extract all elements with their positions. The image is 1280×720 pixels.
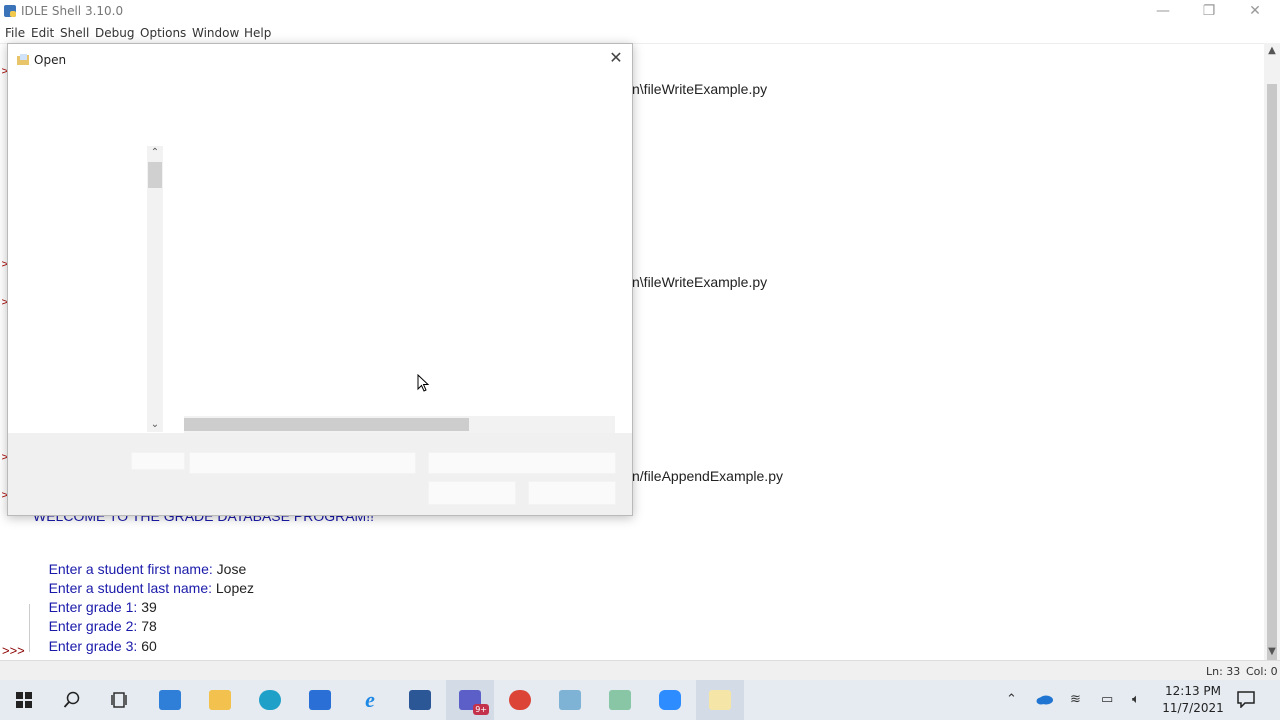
edge-icon <box>259 690 281 710</box>
idle-icon <box>709 690 731 710</box>
menu-edit[interactable]: Edit <box>31 26 54 40</box>
dialog-title: Open <box>34 53 67 67</box>
menu-window[interactable]: Window <box>192 26 239 40</box>
task-view-button[interactable] <box>96 680 144 720</box>
menu-file[interactable]: File <box>5 26 25 40</box>
window-title: IDLE Shell 3.10.0 <box>21 4 124 18</box>
clock-date: 11/7/2021 <box>1162 701 1224 715</box>
start-button[interactable] <box>0 680 48 720</box>
dialog-footer <box>8 433 632 515</box>
open-button[interactable] <box>428 481 516 505</box>
onedrive-icon[interactable] <box>1036 693 1054 705</box>
clock[interactable]: 12:13 PM 11/7/2021 <box>1156 683 1230 717</box>
file-name-label <box>131 452 185 470</box>
taskbar-zoom[interactable] <box>646 680 694 720</box>
dialog-hscroll-thumb[interactable] <box>184 418 469 431</box>
taskbar-internet-explorer[interactable]: e <box>346 680 394 720</box>
status-col: Col: 0 <box>1246 665 1278 678</box>
word-icon <box>409 690 431 710</box>
task-view-icon <box>111 692 127 708</box>
clock-time: 12:13 PM <box>1165 684 1221 698</box>
menu-debug[interactable]: Debug <box>95 26 134 40</box>
battery-icon[interactable]: ▭ <box>1101 692 1113 707</box>
dialog-scroll-thumb[interactable] <box>148 162 162 188</box>
file-name-input[interactable] <box>189 452 416 474</box>
dialog-horizontal-scrollbar[interactable] <box>184 416 615 433</box>
dialog-close-button[interactable]: ✕ <box>608 50 624 66</box>
close-button[interactable]: ✕ <box>1232 0 1278 24</box>
shell-output-line: n\fileWriteExample.py <box>632 274 768 290</box>
minimize-button[interactable]: — <box>1140 0 1186 24</box>
menu-bar: File Edit Shell Debug Options Window Hel… <box>0 24 1280 43</box>
chevron-up-icon[interactable]: ⌃ <box>1006 692 1017 707</box>
taskbar-paint[interactable] <box>596 680 644 720</box>
windows-logo-icon <box>16 692 32 708</box>
prompt-gutter <box>29 604 30 652</box>
taskbar-word[interactable] <box>396 680 444 720</box>
status-bar: Ln: 33 Col: 0 <box>0 660 1280 680</box>
taskbar-chrome[interactable] <box>496 680 544 720</box>
search-icon <box>63 691 80 708</box>
taskbar: e 9+ ⌃ ≋ ▭ 🔈︎ 12:13 PM 11/7/2021 <box>0 680 1280 720</box>
taskbar-notepad[interactable] <box>546 680 594 720</box>
notepad-icon <box>559 690 581 710</box>
menu-shell[interactable]: Shell <box>60 26 89 40</box>
python-idle-icon <box>4 5 16 17</box>
shell-prompt: >>> <box>2 643 25 658</box>
taskbar-idle[interactable] <box>696 680 744 720</box>
menu-help[interactable]: Help <box>244 26 271 40</box>
taskbar-store[interactable] <box>146 680 194 720</box>
store-icon <box>159 690 181 710</box>
scrollbar-thumb[interactable] <box>1267 84 1277 670</box>
status-line: Ln: 33 <box>1206 665 1241 678</box>
calculator-icon <box>309 690 331 710</box>
shell-scrollbar[interactable]: ▲ ▼ <box>1264 43 1280 670</box>
maximize-button[interactable]: ❐ <box>1186 0 1232 24</box>
search-button[interactable] <box>48 680 96 720</box>
open-file-dialog: Open ✕ ⌃ ⌄ <box>7 43 633 516</box>
teams-badge: 9+ <box>473 704 489 715</box>
menu-options[interactable]: Options <box>140 26 186 40</box>
io-value: Lopez <box>215 580 255 596</box>
io-value: 60 <box>141 638 157 654</box>
ie-icon: e <box>365 687 375 712</box>
folder-icon <box>17 54 29 65</box>
cancel-button[interactable] <box>528 481 616 505</box>
chevron-down-icon[interactable]: ⌄ <box>147 418 163 432</box>
shell-output-line: n\fileWriteExample.py <box>632 81 768 97</box>
paint-icon <box>609 690 631 710</box>
scroll-up-icon[interactable]: ▲ <box>1264 43 1280 59</box>
volume-icon[interactable]: 🔈︎ <box>1132 692 1140 707</box>
notification-center-icon[interactable] <box>1236 690 1256 708</box>
taskbar-edge[interactable] <box>246 680 294 720</box>
teams-icon: 9+ <box>459 690 489 715</box>
file-explorer-icon <box>209 690 231 710</box>
shell-output-line: n/fileAppendExample.py <box>632 468 783 484</box>
dialog-vertical-scrollbar[interactable]: ⌃ ⌄ <box>147 146 163 432</box>
taskbar-calculator[interactable] <box>296 680 344 720</box>
chevron-up-icon[interactable]: ⌃ <box>147 146 163 160</box>
scroll-down-icon[interactable]: ▼ <box>1264 644 1280 660</box>
io-prompt: Enter grade 3: <box>48 638 142 654</box>
taskbar-teams[interactable]: 9+ <box>446 680 494 720</box>
file-type-select[interactable] <box>428 452 616 474</box>
taskbar-file-explorer[interactable] <box>196 680 244 720</box>
title-bar: IDLE Shell 3.10.0 — ❐ ✕ <box>0 0 1280 24</box>
mouse-cursor-icon <box>417 374 430 392</box>
wifi-icon[interactable]: ≋ <box>1070 692 1081 707</box>
zoom-icon <box>659 690 681 710</box>
chrome-icon <box>509 690 531 710</box>
